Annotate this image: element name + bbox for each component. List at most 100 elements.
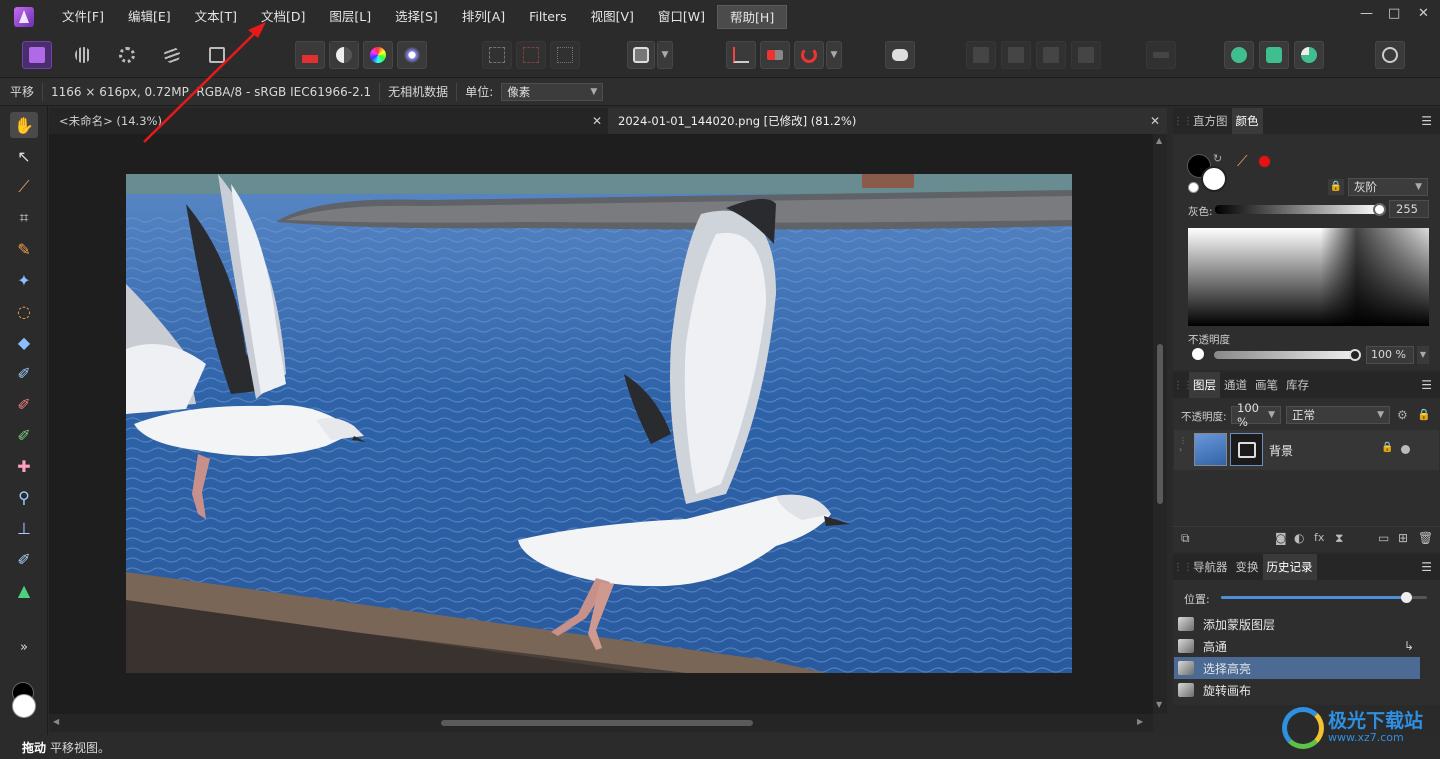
arrange-front-button[interactable] bbox=[1071, 41, 1101, 69]
clone-tool[interactable]: ⊥ bbox=[10, 515, 38, 541]
document-tab-active[interactable]: 2024-01-01_144020.png [已修改] (81.2%) ✕ bbox=[608, 108, 1167, 134]
close-window-button[interactable]: ✕ bbox=[1418, 6, 1429, 21]
tab-history[interactable]: 历史记录 bbox=[1262, 554, 1317, 580]
move-tool[interactable]: ↖ bbox=[10, 143, 38, 169]
canvas-area[interactable] bbox=[49, 134, 1153, 714]
marquee-select-button[interactable] bbox=[482, 41, 512, 69]
tab-color[interactable]: 颜色 bbox=[1231, 108, 1263, 134]
liquify-persona-button[interactable] bbox=[68, 41, 98, 69]
opacity-value-input[interactable]: 100 % bbox=[1366, 346, 1414, 364]
add-layer-icon[interactable]: ⊞ bbox=[1398, 531, 1408, 545]
arrange-forward-button[interactable] bbox=[1036, 41, 1066, 69]
panel-menu-icon[interactable]: ☰ bbox=[1421, 560, 1432, 574]
tab-transform[interactable]: 变换 bbox=[1232, 554, 1263, 580]
quick-mask-dropdown[interactable]: ▼ bbox=[657, 41, 673, 69]
menu-view[interactable]: 视图[V] bbox=[579, 5, 646, 29]
document-tab-untitled[interactable]: <未命名> (14.3%) ✕ bbox=[49, 108, 608, 134]
horizontal-scroll-thumb[interactable] bbox=[441, 720, 753, 726]
maximize-button[interactable]: □ bbox=[1388, 6, 1400, 21]
tab-stock[interactable]: 库存 bbox=[1282, 372, 1313, 398]
magnet-button[interactable] bbox=[794, 41, 824, 69]
document-canvas-image[interactable] bbox=[126, 174, 1072, 673]
menu-text[interactable]: 文本[T] bbox=[183, 5, 249, 29]
account-button[interactable] bbox=[1375, 41, 1405, 69]
deselect-button[interactable] bbox=[516, 41, 546, 69]
assistant-robot-button[interactable] bbox=[885, 41, 915, 69]
menu-select[interactable]: 选择[S] bbox=[383, 5, 450, 29]
vertical-scrollbar[interactable]: ▲ ▼ bbox=[1153, 134, 1167, 714]
paint-brush-tool[interactable]: ✐ bbox=[10, 360, 38, 386]
arrange-backward-button[interactable] bbox=[1001, 41, 1031, 69]
horizontal-scrollbar[interactable]: ◀ ▶ bbox=[49, 714, 1153, 732]
history-item-selected[interactable]: 选择高亮 bbox=[1174, 657, 1420, 679]
history-position-slider[interactable] bbox=[1221, 592, 1427, 603]
zoom-tool[interactable]: ⚲ bbox=[10, 484, 38, 510]
auto-white-balance-button[interactable] bbox=[397, 41, 427, 69]
crop-tool[interactable]: ⌗ bbox=[10, 205, 38, 231]
export-persona-button[interactable] bbox=[202, 41, 232, 69]
chevron-down-icon[interactable]: ▼ bbox=[1417, 346, 1429, 364]
layer-expand-icon[interactable]: ⋮ › bbox=[1179, 436, 1187, 454]
photo-persona-button[interactable] bbox=[22, 41, 52, 69]
arrange-back-button[interactable] bbox=[966, 41, 996, 69]
boolean-subtract-button[interactable] bbox=[1259, 41, 1289, 69]
menu-document[interactable]: 文档[D] bbox=[249, 5, 317, 29]
history-item[interactable]: 添加蒙版图层 bbox=[1174, 613, 1420, 635]
tab-brushes[interactable]: 画笔 bbox=[1251, 372, 1282, 398]
gray-value-input[interactable]: 255 bbox=[1389, 200, 1429, 218]
swap-colors-icon[interactable]: ↻ bbox=[1213, 152, 1222, 165]
menu-help[interactable]: 帮助[H] bbox=[717, 5, 788, 29]
minimize-button[interactable]: — bbox=[1360, 6, 1373, 21]
develop-persona-button[interactable] bbox=[112, 41, 142, 69]
blur-brush-tool[interactable]: ✐ bbox=[10, 546, 38, 572]
layer-lock-icon[interactable]: 🔒 bbox=[1381, 442, 1393, 453]
snapping-button[interactable] bbox=[726, 41, 756, 69]
gray-slider-handle[interactable] bbox=[1373, 203, 1386, 216]
gray-spectrum[interactable] bbox=[1188, 228, 1429, 326]
no-color-swatch[interactable] bbox=[1188, 182, 1199, 193]
history-position-handle[interactable] bbox=[1401, 592, 1413, 603]
scroll-up-icon[interactable]: ▲ bbox=[1156, 136, 1162, 145]
scroll-left-icon[interactable]: ◀ bbox=[53, 717, 59, 726]
color-picker-tool[interactable]: ⟋ bbox=[10, 174, 38, 200]
folder-icon[interactable]: ▭ bbox=[1378, 531, 1389, 545]
lock-icon[interactable]: 🔒 bbox=[1417, 408, 1431, 421]
live-filter-icon[interactable]: ⧗ bbox=[1335, 531, 1343, 546]
close-tab-icon[interactable]: ✕ bbox=[1150, 108, 1160, 134]
tab-navigator[interactable]: 导航器 bbox=[1189, 554, 1232, 580]
layer-opacity-select[interactable]: 100 % ▼ bbox=[1231, 401, 1281, 429]
scroll-right-icon[interactable]: ▶ bbox=[1137, 717, 1143, 726]
trash-icon[interactable]: 🗑 bbox=[1418, 531, 1433, 545]
menu-layer[interactable]: 图层[L] bbox=[317, 5, 383, 29]
snapping-dropdown[interactable]: ▼ bbox=[826, 41, 842, 69]
auto-contrast-button[interactable] bbox=[329, 41, 359, 69]
color-mode-select[interactable]: 灰阶 ▼ bbox=[1348, 178, 1428, 196]
align-button[interactable] bbox=[1146, 41, 1176, 69]
tone-mapping-persona-button[interactable] bbox=[157, 41, 187, 69]
pen-tool[interactable]: ▲ bbox=[10, 577, 38, 603]
fx-icon[interactable]: fx bbox=[1314, 531, 1324, 544]
invert-selection-button[interactable] bbox=[550, 41, 580, 69]
tab-histogram[interactable]: 直方图 bbox=[1189, 108, 1232, 134]
eyedropper-icon[interactable]: ⟋ bbox=[1237, 152, 1248, 170]
opacity-slider[interactable] bbox=[1214, 351, 1354, 359]
blend-mode-select[interactable]: 正常 ▼ bbox=[1286, 406, 1390, 424]
boolean-add-button[interactable] bbox=[1224, 41, 1254, 69]
quick-mask-button[interactable] bbox=[627, 41, 655, 69]
flood-select-tool[interactable]: ✦ bbox=[10, 267, 38, 293]
dodge-brush-tool[interactable]: ✐ bbox=[10, 422, 38, 448]
flood-fill-tool[interactable]: ◆ bbox=[10, 329, 38, 355]
scroll-down-icon[interactable]: ▼ bbox=[1156, 700, 1162, 709]
picked-color-swatch[interactable] bbox=[1258, 155, 1271, 168]
freehand-selection-tool[interactable]: ◌ bbox=[10, 298, 38, 324]
levels-button[interactable] bbox=[295, 41, 325, 69]
selection-brush-tool[interactable]: ✎ bbox=[10, 236, 38, 262]
assistant-button[interactable] bbox=[760, 41, 790, 69]
layer-options-icon[interactable]: ⧉ bbox=[1181, 531, 1190, 546]
close-tab-icon[interactable]: ✕ bbox=[592, 108, 602, 134]
opacity-slider-handle[interactable] bbox=[1349, 349, 1361, 361]
tab-layers[interactable]: 图层 bbox=[1189, 372, 1220, 398]
healing-brush-tool[interactable]: ✚ bbox=[10, 453, 38, 479]
stroke-color-swatch[interactable] bbox=[1201, 166, 1227, 192]
gray-slider[interactable] bbox=[1215, 205, 1381, 214]
